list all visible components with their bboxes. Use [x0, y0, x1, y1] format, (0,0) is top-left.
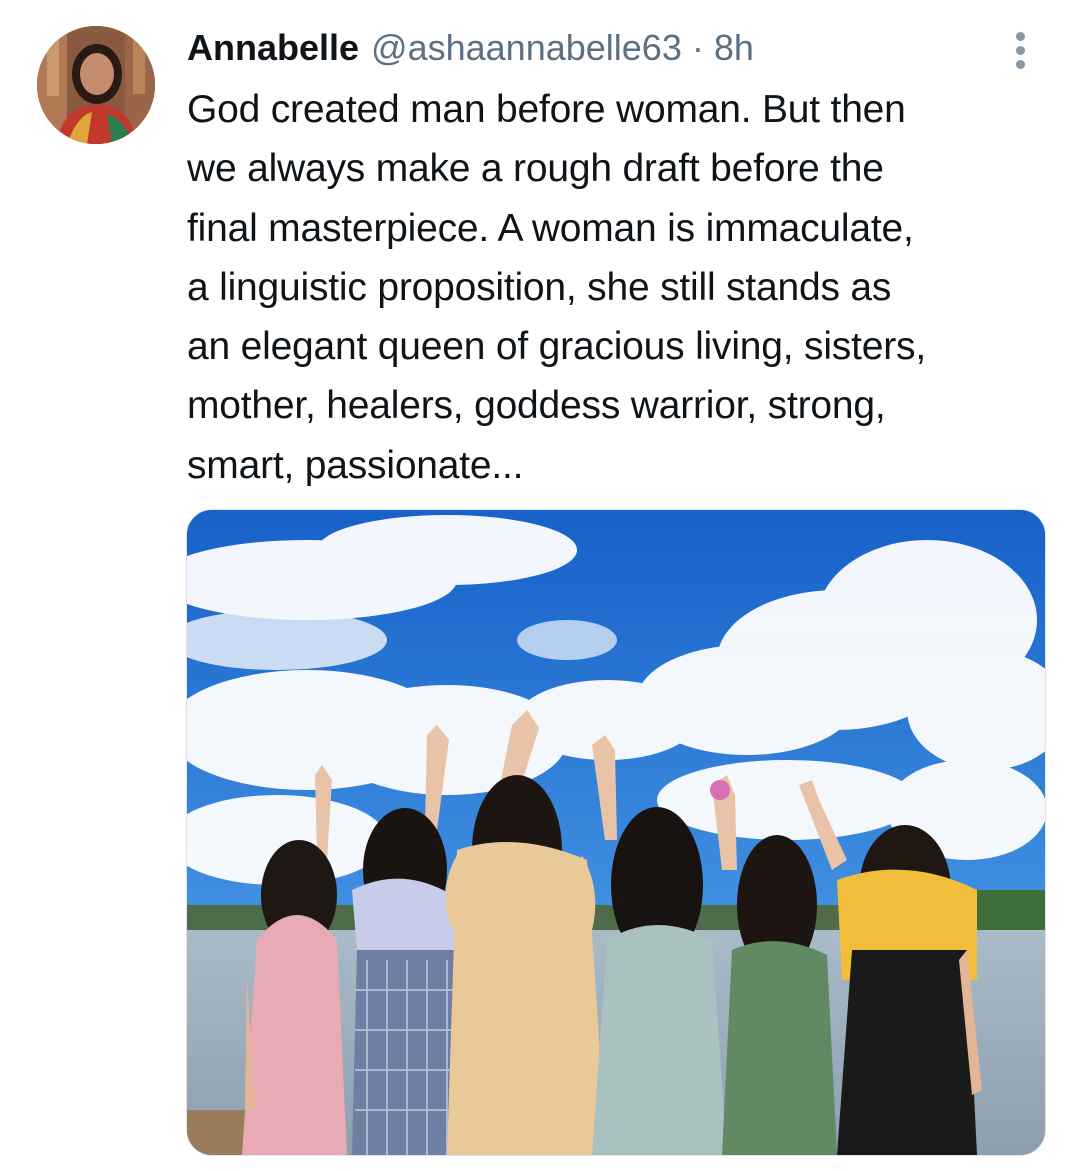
timestamp[interactable]: 8h — [714, 27, 754, 69]
separator-dot: · — [691, 27, 704, 68]
tweet-photo[interactable] — [186, 509, 1046, 1156]
author-name[interactable]: Annabelle — [187, 27, 359, 69]
author-handle[interactable]: @ashaannabelle63 — [371, 27, 682, 69]
photo-six-women-waving-at-sky — [187, 510, 1045, 1155]
avatar[interactable] — [37, 26, 155, 144]
profile-photo-avatar — [37, 26, 155, 144]
more-vertical-icon[interactable] — [1005, 30, 1035, 72]
tweet-header: Annabelle @ashaannabelle63 · 8h — [187, 24, 754, 72]
tweet-text: God created man before woman. But then w… — [187, 88, 926, 487]
tweet[interactable]: Annabelle @ashaannabelle63 · 8h God crea… — [0, 0, 1079, 1171]
